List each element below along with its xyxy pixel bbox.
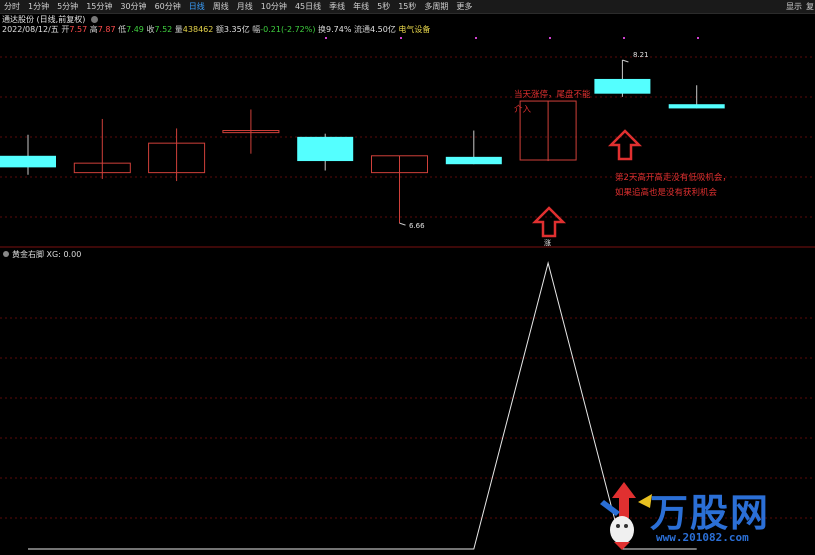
brand-name: 万股网 <box>650 491 771 535</box>
candle-body <box>668 104 725 109</box>
top-marker <box>549 37 551 39</box>
low-price-marker: 6.66 <box>409 222 425 230</box>
arrow-up-icon <box>531 206 567 238</box>
high-price-marker: 8.21 <box>633 51 649 59</box>
top-marker <box>400 37 402 39</box>
indicator-value: XG: 0.00 <box>46 250 82 259</box>
brand-url: www.201082.com <box>656 531 749 544</box>
top-marker <box>697 37 699 39</box>
candle-body <box>445 156 502 165</box>
candle-body <box>594 78 651 94</box>
kline-chart[interactable] <box>0 0 815 555</box>
limit-up-tag: 涨 <box>544 239 551 247</box>
high-marker-line <box>622 59 629 63</box>
candle-body <box>297 136 354 162</box>
low-marker-line <box>399 222 406 226</box>
indicator-title: 黄金右脚 XG: 0.00 <box>3 250 81 260</box>
top-marker <box>475 37 477 39</box>
chart-grid <box>0 37 815 519</box>
arrow-up-icon <box>607 129 643 161</box>
indicator-name: 黄金右脚 <box>12 250 44 259</box>
top-marker <box>325 37 327 39</box>
brand-logo-icon <box>600 482 652 550</box>
top-marker <box>623 37 625 39</box>
annotation-limit-up: 当天涨停，尾盘不能介入 <box>514 90 591 115</box>
indicator-dot-icon[interactable] <box>3 251 9 257</box>
annotation-next-day: 第2天高开高走没有低吸机会，如果追高也是没有获利机会 <box>615 173 731 198</box>
candle-body <box>0 155 56 168</box>
